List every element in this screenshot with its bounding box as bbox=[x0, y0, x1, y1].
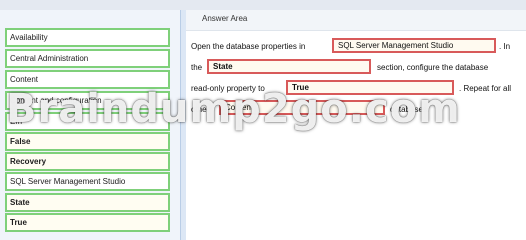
sentence-4-text: other bbox=[191, 105, 210, 114]
option-content-and-configuration[interactable]: Content and configuration bbox=[5, 91, 170, 110]
option-state[interactable]: State bbox=[5, 193, 170, 212]
option-availability[interactable]: Availability bbox=[5, 28, 170, 47]
option-em[interactable]: Em bbox=[5, 112, 170, 131]
sentence-1-end-text: . In bbox=[499, 42, 511, 51]
sentence-3-end-text: . Repeat for all bbox=[459, 84, 512, 93]
option-central-administration[interactable]: Central Administration bbox=[5, 49, 170, 68]
drop-target-2[interactable]: State bbox=[207, 59, 371, 74]
drop-target-3[interactable]: True bbox=[286, 80, 454, 95]
sentence-2-end-text: section, configure the database bbox=[377, 63, 489, 72]
sentence-1-text: Open the database properties in bbox=[191, 42, 306, 51]
option-sql-server-management-studio[interactable]: SQL Server Management Studio bbox=[5, 172, 170, 191]
drop-target-1[interactable]: SQL Server Management Studio bbox=[332, 38, 496, 53]
sentence-3-text: read-only property to bbox=[191, 84, 265, 93]
drop-target-4[interactable]: Content bbox=[219, 100, 385, 115]
answer-area-title: Answer Area bbox=[202, 14, 248, 23]
option-recovery[interactable]: Recovery bbox=[5, 152, 170, 171]
sentence-2-text: the bbox=[191, 63, 203, 72]
option-true[interactable]: True bbox=[5, 213, 170, 232]
option-false[interactable]: False bbox=[5, 132, 170, 151]
option-content[interactable]: Content bbox=[5, 70, 170, 89]
sentence-4-end-text: databases. bbox=[390, 105, 430, 114]
